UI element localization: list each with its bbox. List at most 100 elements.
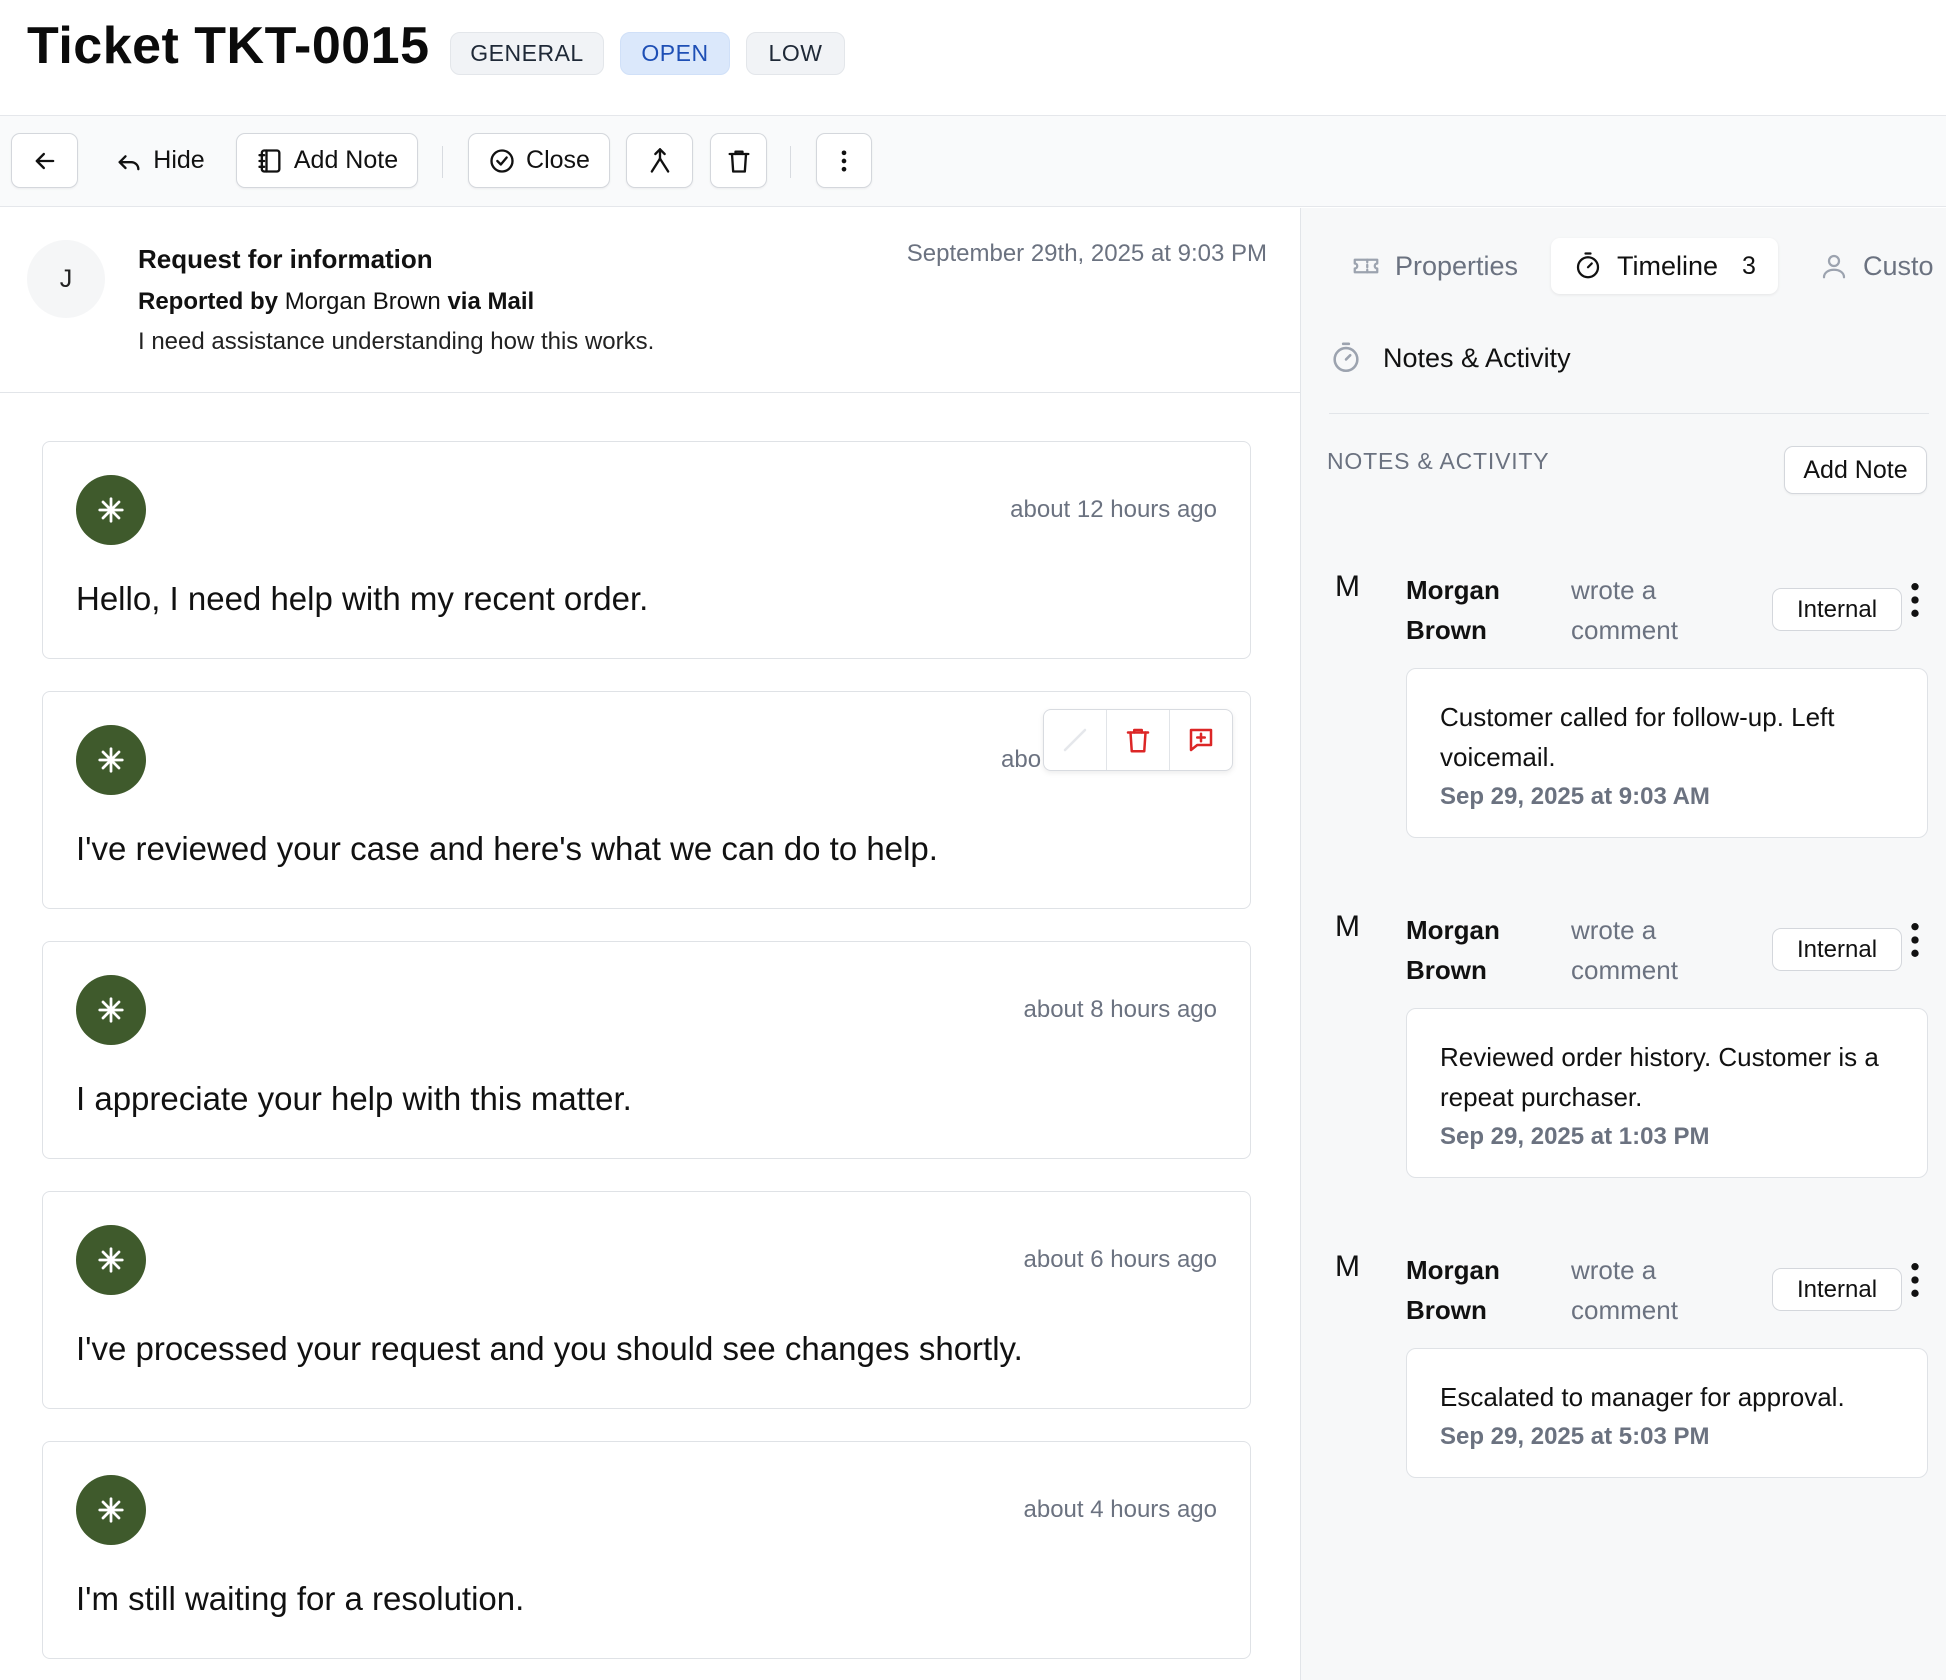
note-action: wrote a comment bbox=[1571, 910, 1711, 990]
action-text: wrote a bbox=[1571, 915, 1657, 945]
reported-prefix: Reported by bbox=[138, 288, 279, 315]
agent-avatar bbox=[76, 475, 146, 545]
action-text: wrote a bbox=[1571, 575, 1657, 605]
section-header: Notes & Activity bbox=[1329, 338, 1929, 414]
note-card: Customer called for follow-up. Left voic… bbox=[1406, 668, 1928, 838]
merge-button[interactable] bbox=[626, 133, 693, 188]
close-ticket-button[interactable]: Close bbox=[468, 133, 610, 188]
hide-button[interactable]: Hide bbox=[100, 133, 220, 188]
author-last-name: Brown bbox=[1406, 1295, 1487, 1325]
action-text: comment bbox=[1571, 1295, 1678, 1325]
stopwatch-icon bbox=[1576, 252, 1600, 279]
tab-properties[interactable]: Properties bbox=[1351, 238, 1518, 294]
more-vertical-icon[interactable] bbox=[1905, 1260, 1925, 1300]
notebook-icon bbox=[258, 148, 281, 173]
message-card[interactable]: abo I've reviewed your case and here's w… bbox=[42, 691, 1251, 909]
status-badge: OPEN bbox=[620, 32, 730, 75]
tab-timeline[interactable]: Timeline 3 bbox=[1551, 238, 1778, 294]
conversation-pane: J Request for information Reported by Mo… bbox=[0, 208, 1300, 1680]
user-icon bbox=[1822, 254, 1846, 279]
agent-avatar bbox=[76, 975, 146, 1045]
add-note-label: Add Note bbox=[293, 146, 399, 174]
ticket-summary: J Request for information Reported by Mo… bbox=[0, 208, 1300, 393]
ticket-icon bbox=[1353, 258, 1379, 274]
add-note-button[interactable]: Add Note bbox=[236, 133, 418, 188]
message-time: about 4 hours ago bbox=[1023, 1496, 1218, 1523]
message-text: I appreciate your help with this matter. bbox=[76, 1080, 632, 1117]
toolbar: Hide Add Note Close bbox=[0, 116, 1946, 207]
sparkle-icon bbox=[98, 747, 124, 773]
hide-label: Hide bbox=[153, 146, 205, 174]
note-body: Reviewed order history. Customer is a re… bbox=[1440, 1042, 1879, 1112]
message-time: abo bbox=[1001, 746, 1042, 773]
author-last-name: Brown bbox=[1406, 955, 1487, 985]
sparkle-icon bbox=[98, 1247, 124, 1273]
add-note-button[interactable]: Add Note bbox=[1784, 446, 1927, 494]
message-card[interactable]: about 8 hours ago I appreciate your help… bbox=[42, 941, 1251, 1159]
more-vertical-icon[interactable] bbox=[1905, 920, 1925, 960]
details-sidebar: Properties Timeline 3 Custo Notes & Acti… bbox=[1300, 208, 1946, 1680]
trash-icon bbox=[728, 150, 749, 173]
note-card: Reviewed order history. Customer is a re… bbox=[1406, 1008, 1928, 1178]
more-actions-button[interactable] bbox=[816, 133, 872, 188]
message-time: about 12 hours ago bbox=[1010, 496, 1217, 523]
note-author: Morgan Brown bbox=[1406, 1250, 1526, 1330]
message-hover-actions bbox=[1043, 709, 1233, 771]
agent-avatar bbox=[76, 725, 146, 795]
message-card[interactable]: about 12 hours ago Hello, I need help wi… bbox=[42, 441, 1251, 659]
reporter-name: Morgan Brown bbox=[284, 288, 441, 315]
note-body: Customer called for follow-up. Left voic… bbox=[1440, 702, 1835, 772]
category-badge: GENERAL bbox=[450, 32, 604, 75]
delete-message-button[interactable] bbox=[1107, 710, 1170, 770]
internal-badge: Internal bbox=[1772, 588, 1902, 631]
sidebar-tabs: Properties Timeline 3 Custo bbox=[1351, 238, 1946, 294]
agent-avatar bbox=[76, 1225, 146, 1295]
message-card[interactable]: about 4 hours ago I'm still waiting for … bbox=[42, 1441, 1251, 1659]
tab-count: 3 bbox=[1742, 251, 1756, 280]
add-comment-button[interactable] bbox=[1170, 710, 1232, 770]
back-button[interactable] bbox=[11, 133, 78, 188]
message-text: I've reviewed your case and here's what … bbox=[76, 830, 938, 867]
ticket-description: I need assistance understanding how this… bbox=[138, 328, 655, 355]
priority-badge: LOW bbox=[746, 32, 845, 75]
tab-label: Properties bbox=[1395, 250, 1519, 281]
author-first-name: Morgan bbox=[1406, 1255, 1500, 1285]
author-avatar: M bbox=[1335, 1250, 1360, 1283]
message-text: I'm still waiting for a resolution. bbox=[76, 1580, 525, 1617]
channel-name: Mail bbox=[487, 288, 535, 315]
delete-ticket-button[interactable] bbox=[710, 133, 767, 188]
message-card[interactable]: about 6 hours ago I've processed your re… bbox=[42, 1191, 1251, 1409]
action-text: wrote a bbox=[1571, 1255, 1657, 1285]
message-time: about 6 hours ago bbox=[1023, 1246, 1218, 1273]
page-title: Ticket TKT-0015 bbox=[27, 17, 430, 75]
note-item: M Morgan Brown wrote a comment Internal … bbox=[1301, 910, 1946, 1210]
toolbar-divider bbox=[790, 146, 791, 178]
merge-icon bbox=[650, 147, 669, 173]
internal-badge: Internal bbox=[1772, 928, 1902, 971]
author-last-name: Brown bbox=[1406, 615, 1487, 645]
author-avatar: M bbox=[1335, 570, 1360, 603]
pencil-icon bbox=[1063, 728, 1087, 752]
message-time: about 8 hours ago bbox=[1023, 996, 1218, 1023]
author-avatar: M bbox=[1335, 910, 1360, 943]
sparkle-icon bbox=[98, 997, 124, 1023]
check-circle-icon bbox=[490, 148, 514, 173]
message-plus-icon bbox=[1189, 728, 1213, 752]
reporter-avatar: J bbox=[27, 240, 105, 318]
close-label: Close bbox=[526, 146, 590, 174]
note-date: Sep 29, 2025 at 5:03 PM bbox=[1440, 1423, 1710, 1450]
via-prefix: via bbox=[447, 288, 481, 315]
ticket-created-date: September 29th, 2025 at 9:03 PM bbox=[906, 240, 1267, 267]
note-item: M Morgan Brown wrote a comment Internal … bbox=[1301, 570, 1946, 870]
agent-avatar bbox=[76, 1475, 146, 1545]
tab-customer[interactable]: Custo bbox=[1819, 238, 1934, 294]
arrow-left-icon bbox=[35, 152, 54, 169]
edit-message-button[interactable] bbox=[1044, 710, 1107, 770]
more-vertical-icon[interactable] bbox=[1905, 580, 1925, 620]
action-text: comment bbox=[1571, 615, 1678, 645]
note-date: Sep 29, 2025 at 1:03 PM bbox=[1440, 1123, 1710, 1150]
note-author: Morgan Brown bbox=[1406, 910, 1526, 990]
author-first-name: Morgan bbox=[1406, 575, 1500, 605]
tab-label: Custo bbox=[1863, 250, 1934, 281]
sparkle-icon bbox=[98, 1497, 124, 1523]
